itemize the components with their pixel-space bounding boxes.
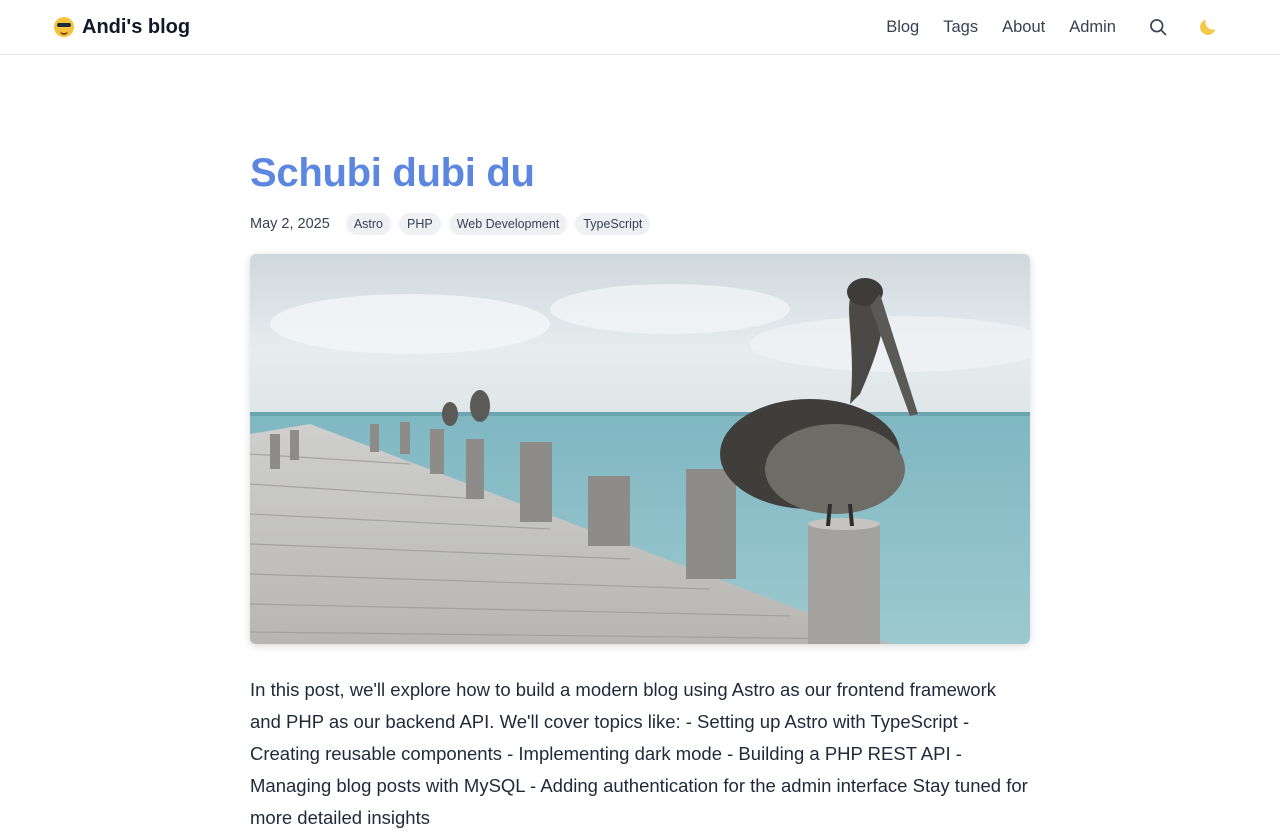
- post-hero-image: [250, 254, 1030, 644]
- nav-blog[interactable]: Blog: [886, 18, 919, 37]
- pelican-pier-photo: [250, 254, 1030, 644]
- site-header: Andi's blog Blog Tags About Admin: [0, 0, 1280, 55]
- site-brand-link[interactable]: Andi's blog: [54, 14, 190, 40]
- main-nav: Blog Tags About Admin: [886, 14, 1220, 40]
- post-title: Schubi dubi du: [250, 151, 535, 195]
- tag-astro[interactable]: Astro: [345, 213, 391, 235]
- post-body: In this post, we'll explore how to build…: [250, 679, 1028, 828]
- post-meta: May 2, 2025 Astro PHP Web Development Ty…: [250, 212, 1030, 236]
- tag-typescript[interactable]: TypeScript: [575, 213, 651, 235]
- nav-about[interactable]: About: [1002, 18, 1045, 37]
- search-button[interactable]: [1146, 15, 1170, 39]
- tag-web-development[interactable]: Web Development: [448, 213, 568, 235]
- sunglasses-emoji-icon: [54, 17, 74, 37]
- nav-tags[interactable]: Tags: [943, 18, 978, 37]
- theme-toggle-button[interactable]: [1196, 15, 1220, 39]
- moon-icon: [1200, 19, 1216, 35]
- nav-admin[interactable]: Admin: [1069, 18, 1116, 37]
- site-title: Andi's blog: [82, 15, 191, 38]
- post-article: Schubi dubi du May 2, 2025 Astro PHP Web…: [250, 145, 1030, 834]
- post-date: May 2, 2025: [250, 216, 330, 232]
- tag-php[interactable]: PHP: [399, 213, 441, 235]
- search-icon: [1150, 19, 1167, 36]
